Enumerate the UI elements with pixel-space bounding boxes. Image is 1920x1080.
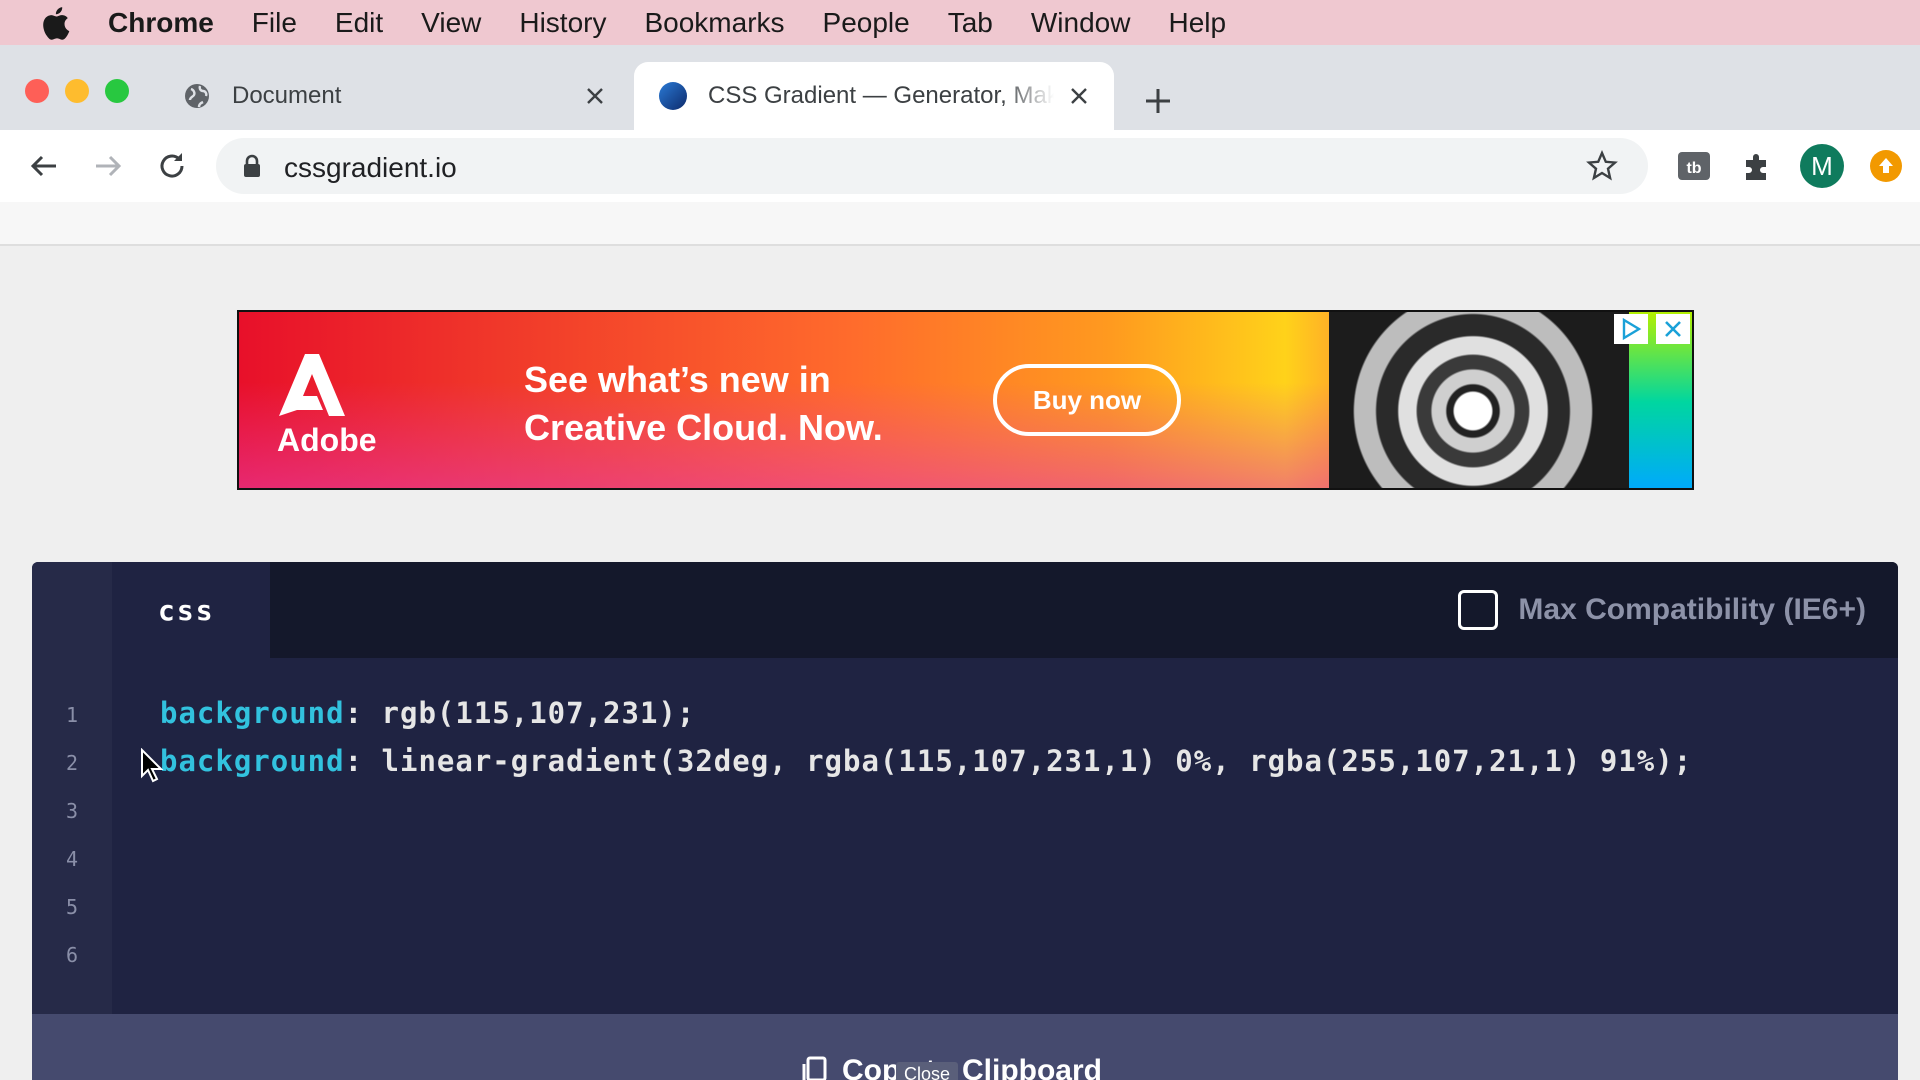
apple-icon[interactable] <box>40 6 72 40</box>
menu-history[interactable]: History <box>519 7 606 39</box>
max-compatibility-checkbox[interactable] <box>1458 590 1499 630</box>
menu-view[interactable]: View <box>421 7 481 39</box>
close-icon[interactable] <box>582 83 608 109</box>
line-number: 2 <box>65 751 79 775</box>
line-number-gutter: 1 2 3 4 5 6 <box>32 562 112 1014</box>
menu-people[interactable]: People <box>823 7 910 39</box>
menu-tab[interactable]: Tab <box>948 7 993 39</box>
lock-icon[interactable] <box>242 154 262 178</box>
menu-app-name[interactable]: Chrome <box>108 7 214 39</box>
menu-help[interactable]: Help <box>1168 7 1226 39</box>
tab-title: Document <box>232 82 342 109</box>
menu-edit[interactable]: Edit <box>335 7 383 39</box>
copy-to-clipboard-label: Copy to Clipboard <box>842 1054 1102 1080</box>
globe-icon <box>182 81 212 111</box>
window-close-button[interactable] <box>25 79 49 103</box>
ad-headline: See what’s new in Creative Cloud. Now. <box>524 359 883 448</box>
menu-bookmarks[interactable]: Bookmarks <box>644 7 784 39</box>
browser-toolbar: cssgradient.io tb M <box>0 130 1920 202</box>
line-number: 3 <box>65 799 79 823</box>
max-compatibility-label[interactable]: Max Compatibility (IE6+) <box>1518 593 1866 627</box>
line-number: 5 <box>65 895 79 919</box>
tab-document[interactable]: Document <box>160 62 630 130</box>
update-available-icon[interactable] <box>1870 150 1902 182</box>
extension-tb-icon[interactable]: tb <box>1674 146 1714 186</box>
tab-title: CSS Gradient — Generator, Maker, and Bac… <box>708 82 1054 109</box>
new-tab-plus-icon[interactable] <box>1140 83 1176 119</box>
line-number: 1 <box>65 703 79 727</box>
back-arrow-icon[interactable] <box>26 148 62 184</box>
bookmark-star-icon[interactable] <box>1586 149 1618 182</box>
url-text[interactable]: cssgradient.io <box>284 152 457 184</box>
tab-css-gradient[interactable]: CSS Gradient — Generator, Maker, and Bac… <box>634 62 1114 130</box>
menu-file[interactable]: File <box>252 7 297 39</box>
menu-bar: Chrome File Edit View History Bookmarks … <box>0 0 1920 45</box>
css-value: : linear-gradient(32deg, rgba(115,107,23… <box>344 744 1693 778</box>
line-number: 6 <box>65 943 79 967</box>
tab-css[interactable]: css <box>112 562 270 658</box>
site-header-bar <box>0 202 1920 246</box>
profile-avatar[interactable]: M <box>1800 144 1844 188</box>
reload-icon[interactable] <box>154 148 190 184</box>
ad-artwork-image <box>1329 312 1629 488</box>
mouse-cursor-icon <box>140 747 164 784</box>
ad-close-icon[interactable] <box>1656 314 1690 344</box>
copy-icon <box>800 1056 828 1080</box>
cssgradient-favicon-icon <box>658 81 688 111</box>
max-compatibility-option[interactable]: Max Compatibility (IE6+) <box>1458 590 1866 630</box>
css-property: background <box>160 744 345 778</box>
css-value: : rgb(115,107,231); <box>344 696 696 730</box>
code-line[interactable]: background: linear-gradient(32deg, rgba(… <box>160 744 1692 778</box>
forward-arrow-icon[interactable] <box>90 148 126 184</box>
svg-text:tb: tb <box>1686 160 1701 177</box>
tooltip: Close <box>896 1062 959 1080</box>
address-bar[interactable]: cssgradient.io <box>216 138 1648 194</box>
advertisement-banner[interactable]: Adobe See what’s new in Creative Cloud. … <box>237 310 1694 490</box>
tab-strip: Document CSS Gradient — Generator, Maker… <box>0 45 1920 130</box>
line-number: 4 <box>65 847 79 871</box>
extensions-puzzle-icon[interactable] <box>1738 146 1778 186</box>
menu-window[interactable]: Window <box>1031 7 1131 39</box>
css-property: background <box>160 696 345 730</box>
window-maximize-button[interactable] <box>105 79 129 103</box>
code-line[interactable]: background: rgb(115,107,231); <box>160 696 695 730</box>
copy-bar: Copy to Clipboard <box>32 1014 1898 1080</box>
adobe-logo-icon <box>275 350 355 420</box>
ad-brand: Adobe <box>277 422 377 458</box>
buy-now-button[interactable]: Buy now <box>993 364 1181 436</box>
window-minimize-button[interactable] <box>65 79 89 103</box>
code-output-panel: 1 2 3 4 5 6 css Max Compatibility (IE6+)… <box>32 562 1898 1080</box>
close-icon[interactable] <box>1066 83 1092 109</box>
adchoices-icon[interactable] <box>1614 314 1648 344</box>
